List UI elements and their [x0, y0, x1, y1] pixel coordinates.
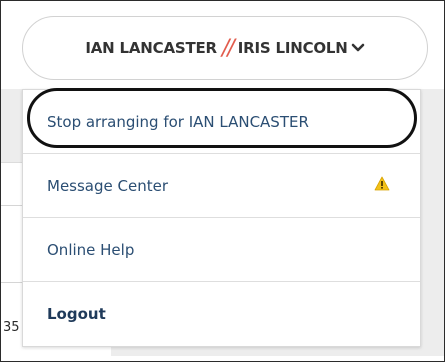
chevron-down-icon [351, 43, 365, 53]
user-dropdown-menu: Stop arranging for IAN LANCASTER Message… [22, 89, 421, 347]
menu-item-online-help[interactable]: Online Help [23, 218, 420, 282]
menu-item-label: Online Help [47, 240, 135, 259]
user-separator: // [221, 35, 235, 61]
menu-item-label: Logout [47, 305, 106, 323]
menu-item-logout[interactable]: Logout [23, 282, 420, 346]
menu-item-label: Stop arranging for IAN LANCASTER [47, 112, 309, 131]
menu-item-message-center[interactable]: Message Center [23, 154, 420, 218]
primary-user-name: IAN LANCASTER [85, 39, 217, 57]
warning-icon [374, 176, 390, 195]
user-switcher-button[interactable]: IAN LANCASTER // IRIS LINCOLN [22, 16, 428, 80]
secondary-user-name: IRIS LINCOLN [237, 39, 348, 57]
background-partial-text: 35 [3, 320, 20, 335]
menu-item-label: Message Center [47, 176, 168, 195]
menu-item-stop-arranging[interactable]: Stop arranging for IAN LANCASTER [23, 90, 420, 154]
